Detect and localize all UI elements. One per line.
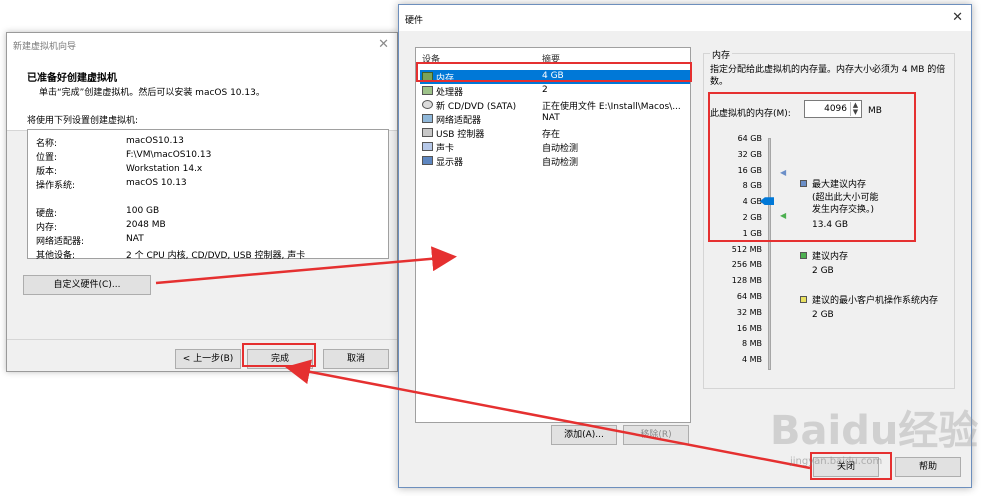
arrow-to-hardware bbox=[155, 246, 457, 285]
arrow-to-finish bbox=[285, 359, 811, 470]
watermark-url: jingyan.baidu.com bbox=[790, 456, 883, 467]
watermark-logo: Baidu经验 bbox=[770, 408, 979, 454]
